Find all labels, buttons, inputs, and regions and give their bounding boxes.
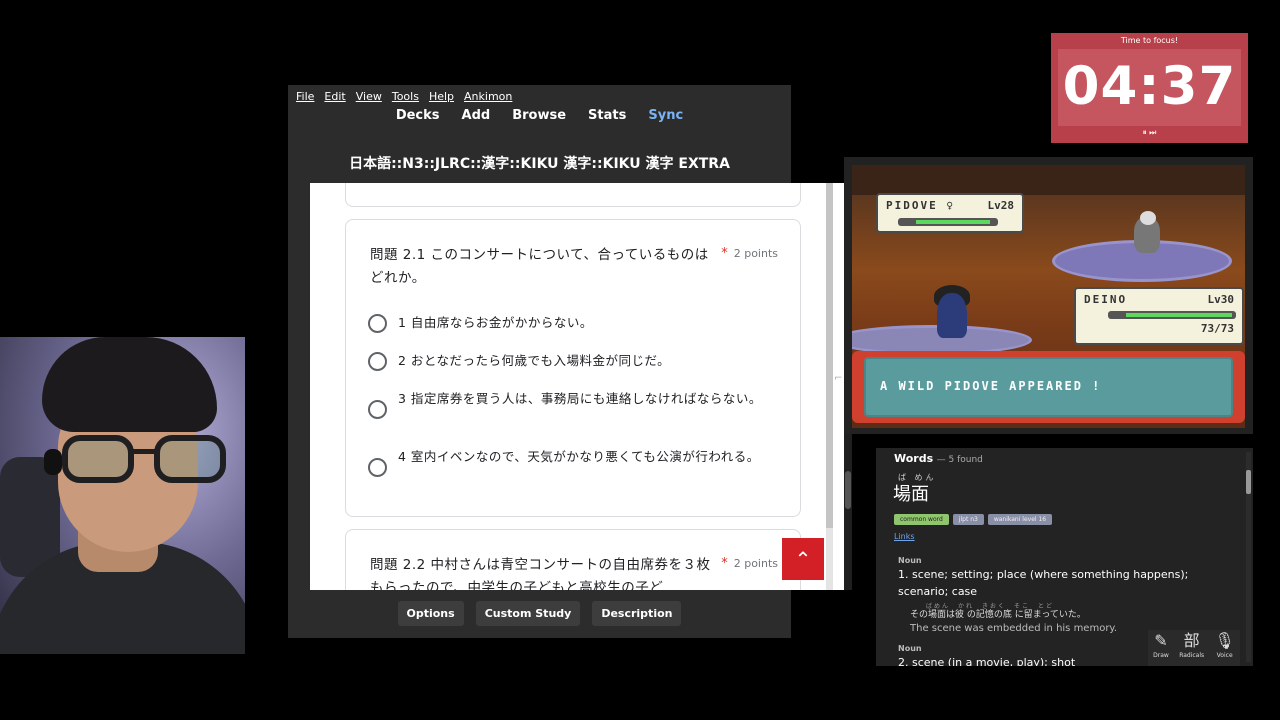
battle-message: A WILD PIDOVE APPEARED ! xyxy=(880,379,1102,393)
dict-scrollbar-thumb[interactable] xyxy=(1246,470,1251,494)
player-hp-box: DEINO Lv30 73/73 xyxy=(1074,287,1244,345)
person-hair xyxy=(42,337,217,432)
example-english: The scene was embedded in his memory. xyxy=(910,623,1118,634)
pokemon-game-window: PIDOVE ♀ Lv28 DEINO Lv30 73/73 A WILD PI… xyxy=(844,157,1253,434)
options-button[interactable]: Options xyxy=(397,601,464,626)
answer-option-1[interactable]: 1 自由席ならお金がかからない。 xyxy=(368,312,766,334)
links-link[interactable]: Links xyxy=(894,532,915,541)
menu-help[interactable]: Help xyxy=(429,88,454,106)
answer-option-3[interactable]: 3 指定席券を買う人は、事務局にも連絡しなければならない。 xyxy=(368,388,766,419)
part-of-speech: Noun xyxy=(898,644,922,653)
scroll-to-top-button[interactable]: ⌃ xyxy=(782,538,824,580)
part-of-speech: Noun xyxy=(898,556,922,565)
glasses xyxy=(62,435,230,485)
dict-header: Words — 5 found xyxy=(894,452,983,465)
toolbar-stats[interactable]: Stats xyxy=(588,105,626,127)
chevron-up-icon: ⌃ xyxy=(794,547,812,571)
card-scrollbar[interactable] xyxy=(826,183,833,590)
menu-bar: File Edit View Tools Help Ankimon xyxy=(296,88,512,106)
enemy-level: Lv28 xyxy=(987,199,1015,212)
points-label: * 2 points xyxy=(721,556,778,571)
battle-message-box: A WILD PIDOVE APPEARED ! xyxy=(852,351,1245,423)
timer-label: Time to focus! xyxy=(1120,36,1179,45)
deck-title: 日本語::N3::JLRC::漢字::KIKU 漢字::KIKU 漢字 EXTR… xyxy=(349,156,730,172)
points-label: * 2 points xyxy=(721,246,778,261)
question-block-2-2: 問題 2.2 中村さんは青空コンサートの自由席券を３枚もらったので、中学生の子ど… xyxy=(345,529,801,590)
top-toolbar: Decks Add Browse Stats Sync xyxy=(288,105,791,127)
dict-tools: ✎ Draw 部 Radicals 🎙 Voice xyxy=(1148,630,1240,666)
card-scrollbar-thumb[interactable] xyxy=(826,183,833,528)
timer-controls[interactable]: ⏸ ⏭ xyxy=(1051,128,1248,138)
question-text: 問題 2.1 このコンサートについて、合っているものはどれか。 xyxy=(370,247,709,286)
option-label: 2 おとなだったら何歳でも入場料金が同じだ。 xyxy=(398,353,671,368)
enemy-hp-box: PIDOVE ♀ Lv28 xyxy=(876,193,1024,233)
question-block-2-1: 問題 2.1 このコンサートについて、合っているものはどれか。 * 2 point… xyxy=(345,219,801,517)
webcam-feed xyxy=(0,337,245,654)
menu-edit[interactable]: Edit xyxy=(324,88,345,106)
headword: 場面 xyxy=(893,484,929,505)
answer-option-4[interactable]: 4 室内イベンなので、天気がかなり悪くても公演が行われる。 xyxy=(368,446,766,477)
draw-icon: ✎ xyxy=(1154,631,1168,650)
menu-file[interactable]: File xyxy=(296,88,314,106)
stream-layout: File Edit View Tools Help Ankimon Decks … xyxy=(0,0,1280,720)
menu-tools[interactable]: Tools xyxy=(392,88,419,106)
tag-wanikani: wanikani level 16 xyxy=(987,514,1053,525)
toolbar-decks[interactable]: Decks xyxy=(396,105,440,127)
tag-common: common word xyxy=(894,514,949,525)
menu-ankimon[interactable]: Ankimon xyxy=(464,88,512,106)
player-hp-numbers: 73/73 xyxy=(1200,322,1234,335)
tag-list: common word jlpt n3 wanikani level 16 xyxy=(894,514,1053,525)
focus-timer: Time to focus! 04:37 ⏸ ⏭ xyxy=(1051,33,1248,143)
mouse-cursor-icon: ⌐ xyxy=(834,373,843,384)
radio-button[interactable] xyxy=(368,352,387,371)
bottom-bar: Options Custom Study Description xyxy=(288,601,791,626)
earbud xyxy=(44,449,62,475)
dictionary-panel: Words — 5 found ば めん 場面 common word jlpt… xyxy=(876,448,1253,666)
toolbar-add[interactable]: Add xyxy=(462,105,491,127)
radio-button[interactable] xyxy=(368,400,387,419)
option-label: 4 室内イベンなので、天気がかなり悪くても公演が行われる。 xyxy=(398,449,760,464)
sense-1: 1. scene; setting; place (where somethin… xyxy=(898,568,1189,598)
anki-window: File Edit View Tools Help Ankimon Decks … xyxy=(288,85,846,638)
answer-option-2[interactable]: 2 おとなだったら何歳でも入場料金が同じだ。 xyxy=(368,350,766,372)
draw-button[interactable]: ✎ Draw xyxy=(1153,630,1169,666)
custom-study-button[interactable]: Custom Study xyxy=(475,601,581,626)
radicals-icon: 部 xyxy=(1183,631,1200,650)
player-level: Lv30 xyxy=(1207,293,1235,306)
dict-scrollbar[interactable] xyxy=(1246,452,1251,662)
enemy-hp-bar xyxy=(898,218,998,226)
example-japanese: その場面は彼 の記憶の底 に留まっていた。 xyxy=(910,610,1086,620)
player-name: DEINO xyxy=(1084,293,1128,306)
toolbar-browse[interactable]: Browse xyxy=(512,105,566,127)
description-button[interactable]: Description xyxy=(592,601,682,626)
option-label: 1 自由席ならお金がかからない。 xyxy=(398,315,593,330)
deino-sprite xyxy=(937,293,967,338)
tag-jlpt: jlpt n3 xyxy=(952,514,984,525)
microphone-icon: 🎙 xyxy=(1214,631,1235,650)
voice-button[interactable]: 🎙 Voice xyxy=(1215,630,1235,666)
timer-time: 04:37 xyxy=(1062,56,1237,117)
pidove-sprite-head xyxy=(1140,211,1156,225)
background-band xyxy=(852,165,1245,195)
player-hp-bar xyxy=(1108,311,1236,319)
option-label: 3 指定席券を買う人は、事務局にも連絡しなければならない。 xyxy=(398,391,762,406)
menu-view[interactable]: View xyxy=(356,88,382,106)
radicals-button[interactable]: 部 Radicals xyxy=(1179,630,1204,666)
question-text: 問題 2.2 中村さんは青空コンサートの自由席券を３枚もらったので、中学生の子ど… xyxy=(370,557,711,590)
radio-button[interactable] xyxy=(368,314,387,333)
enemy-name: PIDOVE ♀ xyxy=(886,199,955,212)
timer-display: 04:37 xyxy=(1058,49,1241,126)
toolbar-sync[interactable]: Sync xyxy=(648,105,683,127)
page-scrollbar-thumb[interactable] xyxy=(845,471,851,509)
radio-button[interactable] xyxy=(368,458,387,477)
previous-question-block xyxy=(345,183,801,207)
card-content: 問題 2.1 このコンサートについて、合っているものはどれか。 * 2 point… xyxy=(310,183,846,590)
battle-screen: PIDOVE ♀ Lv28 DEINO Lv30 73/73 A WILD PI… xyxy=(852,165,1245,428)
